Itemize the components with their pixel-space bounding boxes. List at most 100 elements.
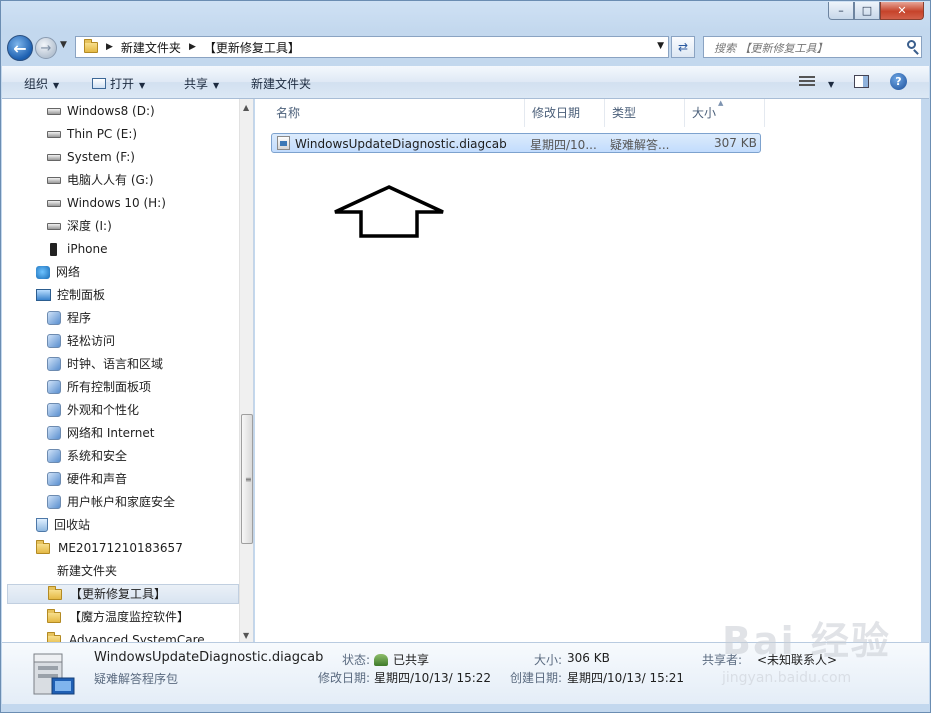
drive-icon <box>47 199 61 207</box>
nav-item-drive-i[interactable]: 深度 (I:) <box>47 216 112 236</box>
network-icon <box>36 265 50 279</box>
details-size-value: 306 KB <box>567 651 610 665</box>
search-box[interactable] <box>703 36 922 58</box>
change-view-icon[interactable] <box>799 76 815 88</box>
breadcrumb-separator-icon[interactable]: ▶ <box>189 42 196 52</box>
nav-item-user-accounts[interactable]: 用户帐户和家庭安全 <box>47 492 175 512</box>
nav-item-label: 深度 (I:) <box>67 219 112 233</box>
nav-item-network[interactable]: 网络 <box>36 262 80 282</box>
file-size-cell: 307 KB <box>714 136 757 150</box>
address-dropdown-icon[interactable]: ▼ <box>657 41 664 51</box>
nav-item-drive-h[interactable]: Windows 10 (H:) <box>47 193 166 213</box>
nav-item-control-panel[interactable]: 控制面板 <box>36 285 105 305</box>
details-modified-value: 星期四/10/13/ 15:22 <box>374 671 492 685</box>
nav-item-label: Thin PC (E:) <box>67 127 138 141</box>
open-menu[interactable]: 打开 ▼ <box>92 75 145 92</box>
nav-item-drive-d[interactable]: Windows8 (D:) <box>47 101 155 121</box>
nav-scrollbar[interactable]: ▲ ≡ ▼ <box>239 99 253 642</box>
all-cp-items-icon <box>47 380 61 394</box>
nav-item-label: 回收站 <box>54 518 91 532</box>
preview-pane-icon[interactable] <box>854 75 869 88</box>
recent-pages-dropdown-icon[interactable]: ▼ <box>60 40 67 50</box>
minimize-button[interactable]: – <box>828 2 854 20</box>
drive-icon <box>47 153 61 161</box>
details-state-label: 状态: <box>342 653 371 667</box>
diagnostic-package-icon <box>33 653 75 695</box>
breadcrumb-separator-icon[interactable]: ▶ <box>106 42 113 52</box>
nav-item-label: 轻松访问 <box>67 334 116 348</box>
breadcrumb-current-folder[interactable]: 【更新修复工具】 <box>204 39 300 56</box>
nav-item-me-folder[interactable]: ME20171210183657 <box>36 538 183 558</box>
nav-item-hardware-sound[interactable]: 硬件和声音 <box>47 469 127 489</box>
file-modified-cell: 星期四/10... <box>530 138 597 152</box>
back-button[interactable]: ← <box>7 35 33 61</box>
refresh-button[interactable]: ⇄ <box>671 36 695 58</box>
nav-item-recycle-bin[interactable]: 回收站 <box>36 515 90 535</box>
nav-item-new-folder[interactable]: 新建文件夹 <box>57 561 117 581</box>
nav-item-label: 控制面板 <box>57 288 106 302</box>
nav-item-label: ME20171210183657 <box>58 541 183 555</box>
details-created-value: 星期四/10/13/ 15:21 <box>567 671 685 685</box>
forward-button[interactable]: → <box>35 37 57 59</box>
nav-item-programs[interactable]: 程序 <box>47 308 91 328</box>
column-header-name[interactable]: 名称 <box>269 99 525 127</box>
scroll-thumb[interactable]: ≡ <box>241 414 253 544</box>
nav-item-network-internet[interactable]: 网络和 Internet <box>47 423 154 443</box>
navigation-bar: ← → ▼ ▶ 新建文件夹 ▶ 【更新修复工具】 ▼ ⇄ <box>7 35 922 61</box>
details-state-value: 已共享 <box>374 651 429 668</box>
address-bar[interactable]: ▶ 新建文件夹 ▶ 【更新修复工具】 ▼ <box>75 36 669 58</box>
chevron-down-icon: ▼ <box>139 81 146 90</box>
explorer-window: – □ ✕ ← → ▼ ▶ 新建文件夹 ▶ 【更新修复工具】 ▼ ⇄ 组织 ▼ 打… <box>0 0 931 713</box>
scroll-down-icon[interactable]: ▼ <box>243 631 249 640</box>
file-name: WindowsUpdateDiagnostic.diagcab <box>295 137 507 151</box>
search-input[interactable] <box>712 38 901 58</box>
view-options-dropdown-icon[interactable]: ▼ <box>823 76 834 90</box>
search-icon[interactable] <box>907 40 916 49</box>
nav-item-label: 网络 <box>56 265 81 279</box>
nav-item-drive-g[interactable]: 电脑人人有 (G:) <box>47 170 154 190</box>
diagcab-file-icon <box>277 136 290 150</box>
file-list: 名称 修改日期 类型 大小 ▲ WindowsUpdateDiagnostic.… <box>255 99 921 642</box>
column-header-size[interactable]: 大小 <box>685 99 765 127</box>
folder-icon <box>36 539 50 554</box>
new-folder-button[interactable]: 新建文件夹 <box>251 75 311 92</box>
system-security-icon <box>47 449 61 463</box>
help-icon[interactable]: ? <box>890 73 907 90</box>
column-header-modified[interactable]: 修改日期 <box>525 99 605 127</box>
nav-item-all-cp-items[interactable]: 所有控制面板项 <box>47 377 151 397</box>
drive-icon <box>47 222 61 230</box>
organize-menu[interactable]: 组织 ▼ <box>24 75 59 92</box>
nav-item-iphone[interactable]: iPhone <box>47 239 108 259</box>
maximize-button[interactable]: □ <box>854 2 880 20</box>
sort-indicator-icon: ▲ <box>718 99 724 107</box>
share-menu[interactable]: 共享 ▼ <box>184 75 219 92</box>
details-file-type: 疑难解答程序包 <box>94 672 179 686</box>
recycle-bin-icon <box>36 518 48 532</box>
nav-item-label: 所有控制面板项 <box>67 380 152 394</box>
nav-item-drive-e[interactable]: Thin PC (E:) <box>47 124 137 144</box>
appearance-icon <box>47 403 61 417</box>
column-header-type[interactable]: 类型 <box>605 99 685 127</box>
file-type-cell: 疑难解答... <box>610 138 670 152</box>
organize-label: 组织 <box>24 77 49 91</box>
drive-icon <box>47 107 61 115</box>
nav-item-temperature-monitor[interactable]: 【魔方温度监控软件】 <box>47 607 189 627</box>
nav-item-label: Advanced SystemCare <box>69 633 205 642</box>
nav-item-label: 【更新修复工具】 <box>70 587 167 601</box>
nav-item-ease-of-access[interactable]: 轻松访问 <box>47 331 115 351</box>
nav-item-label: 程序 <box>67 311 92 325</box>
nav-item-drive-f[interactable]: System (F:) <box>47 147 135 167</box>
file-row[interactable]: WindowsUpdateDiagnostic.diagcab 星期四/10..… <box>271 133 761 153</box>
nav-item-system-security[interactable]: 系统和安全 <box>47 446 127 466</box>
nav-item-label: 网络和 Internet <box>67 426 155 440</box>
nav-item-clock-language[interactable]: 时钟、语言和区域 <box>47 354 163 374</box>
breadcrumb-new-folder[interactable]: 新建文件夹 <box>121 39 181 56</box>
close-button[interactable]: ✕ <box>880 2 924 20</box>
nav-item-advanced-systemcare[interactable]: Advanced SystemCare <box>47 630 205 642</box>
chevron-down-icon: ▼ <box>213 81 220 90</box>
nav-item-update-repair-tool[interactable]: 【更新修复工具】 <box>7 584 239 604</box>
nav-item-label: System (F:) <box>67 150 135 164</box>
chevron-down-icon: ▼ <box>53 81 60 90</box>
nav-item-appearance[interactable]: 外观和个性化 <box>47 400 139 420</box>
scroll-up-icon[interactable]: ▲ <box>243 103 249 112</box>
